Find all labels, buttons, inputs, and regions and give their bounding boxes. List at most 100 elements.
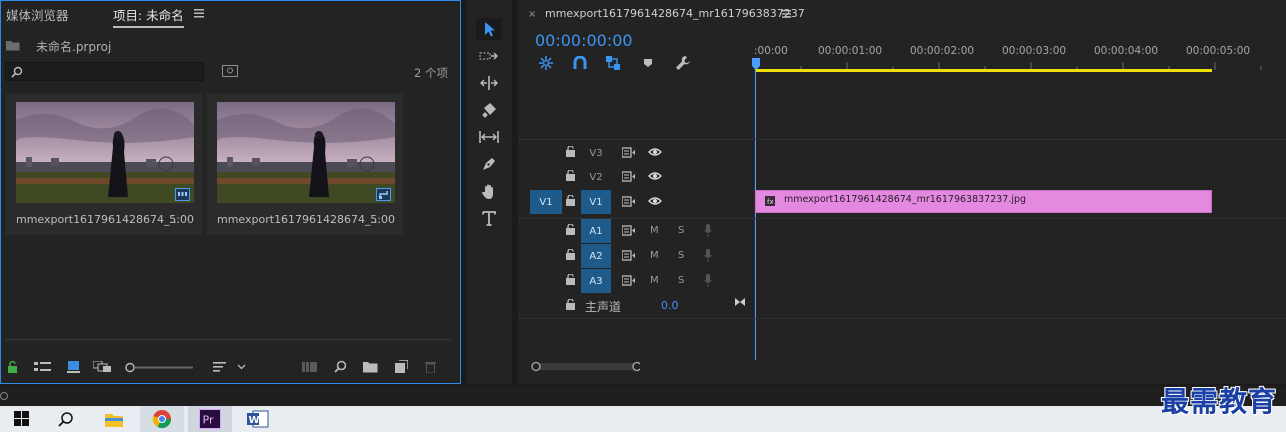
microphone-icon[interactable]: [704, 274, 712, 287]
divider: [518, 318, 1286, 319]
sort-icon[interactable]: [213, 361, 249, 373]
lock-icon[interactable]: [566, 224, 575, 235]
lock-icon[interactable]: [566, 146, 575, 157]
timeline-clip[interactable]: fx mmexport1617961428674_mr1617963837237…: [755, 190, 1212, 213]
pen-tool-icon[interactable]: [476, 153, 502, 175]
automate-to-sequence-icon[interactable]: [302, 361, 318, 373]
hamburger-icon[interactable]: [782, 10, 791, 18]
sync-lock-icon[interactable]: [622, 147, 636, 158]
icon-view-icon[interactable]: [67, 361, 80, 373]
ruler-label: 00:00:04:00: [1094, 45, 1159, 57]
work-area-bar[interactable]: [755, 69, 1212, 72]
svg-text:Pr: Pr: [203, 414, 214, 427]
project-item[interactable]: mmexport1617961428674_... 5:00: [207, 94, 403, 235]
track-label[interactable]: A3: [581, 269, 611, 293]
track-label[interactable]: A2: [581, 244, 611, 268]
eye-icon[interactable]: [648, 147, 662, 157]
ruler-label: 00:00:05:00: [1186, 45, 1251, 57]
list-view-icon[interactable]: [34, 362, 51, 373]
image-sequence-icon: [175, 188, 190, 201]
snap-icon[interactable]: [573, 56, 587, 70]
project-panel: 媒体浏览器 项目: 未命名 未命名.prproj 2 个项 mmexport16…: [0, 0, 461, 384]
eye-icon[interactable]: [648, 171, 662, 181]
solo-button[interactable]: S: [678, 225, 684, 236]
image-link-icon: [376, 188, 391, 201]
svg-text:fx: fx: [767, 198, 774, 206]
playhead-handle[interactable]: [752, 58, 760, 71]
taskbar: Pr W: [0, 406, 1286, 432]
lock-icon[interactable]: [566, 195, 575, 206]
search-icon[interactable]: [44, 406, 88, 432]
project-item-duration: 5:00: [370, 213, 395, 226]
track-label[interactable]: V1: [581, 190, 611, 214]
file-explorer-icon[interactable]: [92, 406, 136, 432]
solo-button[interactable]: S: [678, 250, 684, 261]
type-tool-icon[interactable]: [476, 207, 502, 229]
zoom-slider[interactable]: [125, 362, 195, 373]
master-volume-value[interactable]: 0.0: [661, 299, 679, 312]
divider: [6, 339, 450, 340]
track-a1: A1 M S: [518, 219, 1286, 243]
freeform-view-icon[interactable]: [93, 361, 112, 373]
search-icon: [11, 66, 23, 78]
find-icon[interactable]: [334, 360, 347, 373]
sync-lock-icon[interactable]: [622, 171, 636, 182]
search-input[interactable]: [5, 62, 204, 81]
windows-start-icon[interactable]: [0, 406, 44, 432]
track-v1: V1 V1 fx mmexport1617961428674_mr1617963…: [518, 190, 1286, 214]
lock-icon[interactable]: [566, 249, 575, 260]
lock-icon[interactable]: [7, 361, 18, 373]
track-a3: A3 M S: [518, 269, 1286, 293]
sync-lock-icon[interactable]: [622, 275, 636, 286]
project-item-name: mmexport1617961428674_...: [217, 213, 382, 226]
trash-icon[interactable]: [425, 360, 436, 373]
tab-media-browser[interactable]: 媒体浏览器: [6, 5, 69, 24]
lock-icon[interactable]: [566, 170, 575, 181]
new-bin-icon[interactable]: [363, 361, 378, 373]
go-to-out-icon[interactable]: [734, 297, 746, 307]
watermark-text: 最需教育: [1161, 385, 1278, 418]
svg-text:W: W: [249, 415, 260, 426]
sync-lock-icon[interactable]: [622, 196, 636, 207]
hand-tool-icon[interactable]: [476, 180, 502, 202]
add-marker-icon[interactable]: [643, 58, 653, 68]
nest-icon[interactable]: [538, 55, 554, 71]
lock-icon[interactable]: [566, 274, 575, 285]
premiere-pro-icon[interactable]: Pr: [188, 406, 232, 432]
ripple-edit-tool-icon[interactable]: [476, 72, 502, 94]
project-item[interactable]: mmexport1617961428674_... 5:00: [6, 94, 202, 235]
lock-icon[interactable]: [566, 299, 575, 310]
new-search-bin-icon[interactable]: [222, 65, 238, 77]
sequence-tab[interactable]: mmexport1617961428674_mr1617963837237: [545, 7, 805, 20]
track-select-tool-icon[interactable]: [476, 45, 502, 67]
close-tab-icon[interactable]: ×: [528, 9, 536, 20]
word-icon[interactable]: W: [236, 406, 280, 432]
source-patch-v1[interactable]: V1: [530, 190, 562, 214]
microphone-icon[interactable]: [704, 249, 712, 262]
track-label[interactable]: V3: [581, 141, 611, 165]
chrome-icon[interactable]: [140, 406, 184, 432]
hamburger-icon[interactable]: [194, 9, 204, 18]
ruler-label: 00:00:02:00: [910, 45, 975, 57]
mute-button[interactable]: M: [650, 275, 659, 286]
selection-tool-icon[interactable]: [476, 18, 502, 40]
sync-lock-icon[interactable]: [622, 225, 636, 236]
mute-button[interactable]: M: [650, 225, 659, 236]
tab-project[interactable]: 项目: 未命名: [113, 5, 184, 28]
ruler-label: 00:00:01:00: [818, 45, 883, 57]
razor-tool-icon[interactable]: [476, 99, 502, 121]
eye-icon[interactable]: [648, 196, 662, 206]
sync-lock-icon[interactable]: [622, 250, 636, 261]
new-item-icon[interactable]: [395, 360, 408, 373]
timeline-zoom-scrollbar[interactable]: [530, 361, 640, 372]
track-label[interactable]: V2: [581, 165, 611, 189]
playhead-timecode[interactable]: 00:00:00:00: [535, 31, 633, 50]
solo-button[interactable]: S: [678, 275, 684, 286]
slip-tool-icon[interactable]: [476, 126, 502, 148]
mute-button[interactable]: M: [650, 250, 659, 261]
linked-selection-icon[interactable]: [605, 55, 621, 71]
track-label[interactable]: A1: [581, 219, 611, 243]
clip-name: mmexport1617961428674_mr1617963837237.jp…: [784, 194, 1027, 205]
wrench-icon[interactable]: [675, 55, 691, 71]
microphone-icon[interactable]: [704, 224, 712, 237]
